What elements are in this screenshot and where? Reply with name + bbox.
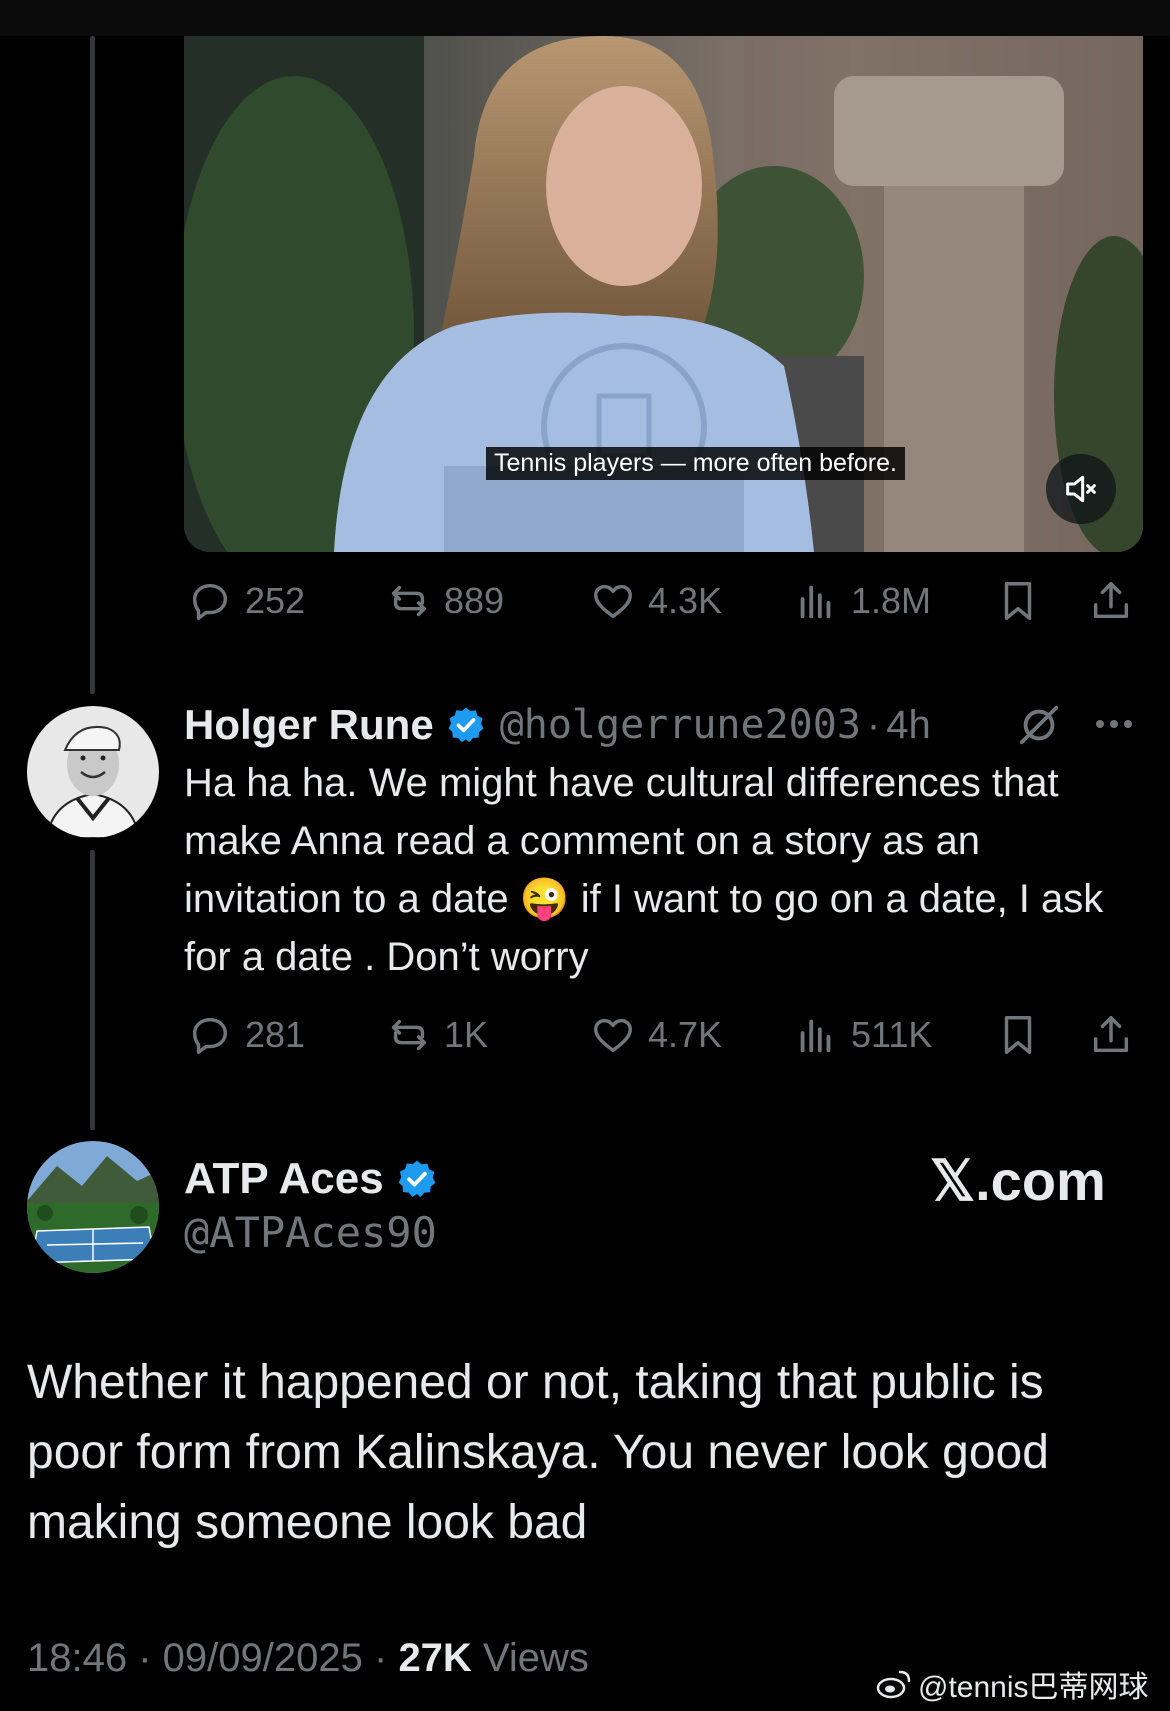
reply-header: Holger Rune @holgerrune2003 · 4h: [184, 700, 931, 750]
grok-icon: [1019, 705, 1059, 745]
views-icon: [800, 1019, 831, 1053]
reply-icon: [192, 583, 228, 620]
quote-text: Whether it happened or not, taking that …: [27, 1356, 1049, 1549]
heart-icon: [594, 1018, 632, 1053]
tweet-meta: 18:46 · 09/09/2025 · 27K Views: [27, 1636, 589, 1681]
reply-icon: [192, 1017, 228, 1054]
grok-button[interactable]: [1016, 702, 1062, 753]
watermark-text: @tennis巴蒂网球: [918, 1671, 1149, 1704]
video-player[interactable]: Tennis players — more often before.: [184, 36, 1143, 552]
bookmark-button[interactable]: [995, 1012, 1041, 1058]
repost-count: 1K: [444, 1014, 489, 1055]
author-name[interactable]: Holger Rune: [184, 701, 434, 749]
like-count: 4.3K: [648, 580, 723, 621]
speaker-muted-icon: [1066, 475, 1096, 503]
reply-button[interactable]: 281: [187, 1012, 305, 1058]
top-bar: [0, 0, 1170, 36]
weibo-logo-icon: [876, 1670, 911, 1699]
holger-rune-avatar-image: [27, 706, 159, 838]
repost-button[interactable]: 1K: [386, 1012, 488, 1058]
post-date[interactable]: 09/09/2025: [163, 1636, 363, 1680]
share-icon: [1093, 582, 1129, 619]
author-handle[interactable]: @holgerrune2003: [500, 702, 861, 748]
bookmark-icon: [1004, 1016, 1032, 1054]
repost-button[interactable]: 889: [386, 578, 504, 624]
winking-tongue-emoji: 😜: [519, 877, 570, 921]
avatar[interactable]: [27, 1141, 159, 1273]
repost-icon: [391, 1019, 427, 1051]
views-count: 27K: [398, 1636, 472, 1680]
mute-button[interactable]: [1046, 454, 1116, 524]
author-handle[interactable]: @ATPAces90: [184, 1208, 437, 1257]
views-icon: [800, 585, 831, 619]
watermark: @tennis巴蒂网球: [876, 1662, 1149, 1706]
views-label: Views: [482, 1636, 589, 1680]
post-time[interactable]: 18:46: [27, 1636, 127, 1680]
verified-badge-icon: [448, 707, 484, 743]
reply-button[interactable]: 252: [187, 578, 305, 624]
views-count: 1.8M: [851, 580, 932, 621]
reply-count: 281: [245, 1014, 306, 1055]
x-com-brand: 𝕏.com: [930, 1149, 1106, 1212]
repost-icon: [391, 585, 427, 617]
share-icon: [1093, 1016, 1129, 1053]
views-count: 511K: [851, 1014, 933, 1055]
like-count: 4.7K: [648, 1014, 723, 1055]
timestamp[interactable]: 4h: [886, 703, 931, 748]
quote-author-name-row: ATP Aces: [184, 1154, 438, 1204]
views-button[interactable]: 511K: [793, 1012, 932, 1058]
bookmark-button[interactable]: [995, 578, 1041, 624]
separator-dot: ·: [138, 1636, 163, 1680]
reply-text: Ha ha ha. We might have cultural differe…: [184, 754, 1114, 986]
share-button[interactable]: [1088, 1012, 1134, 1058]
more-options-button[interactable]: [1092, 712, 1136, 741]
reply-count: 252: [245, 580, 306, 621]
separator-dot: ·: [866, 702, 881, 747]
verified-badge-icon: [398, 1160, 436, 1198]
views-button[interactable]: 1.8M: [793, 578, 931, 624]
separator-dot: ·: [374, 1636, 399, 1680]
like-button[interactable]: 4.7K: [590, 1012, 722, 1058]
thread-line: [90, 36, 95, 694]
avatar[interactable]: [27, 706, 159, 838]
author-name[interactable]: ATP Aces: [184, 1154, 384, 1204]
like-button[interactable]: 4.3K: [590, 578, 722, 624]
heart-icon: [594, 584, 632, 619]
share-button[interactable]: [1088, 578, 1134, 624]
more-dots-icon: [1096, 720, 1132, 728]
repost-count: 889: [444, 580, 505, 621]
bookmark-icon: [1004, 582, 1032, 620]
atp-aces-avatar-image: [27, 1141, 159, 1273]
video-caption: Tennis players — more often before.: [486, 447, 905, 480]
thread-line: [90, 850, 95, 1130]
